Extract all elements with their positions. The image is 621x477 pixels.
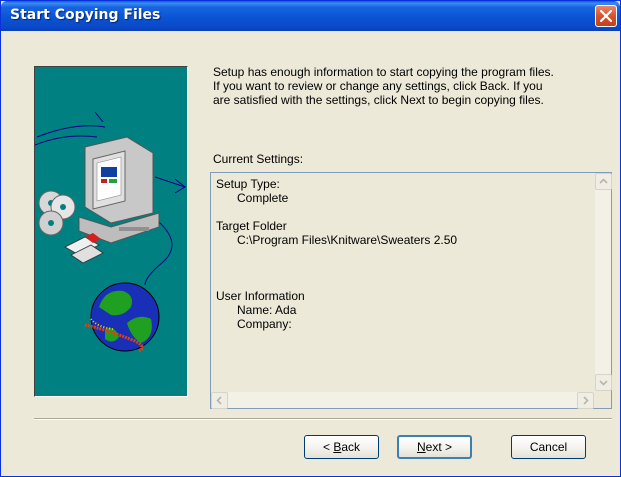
setup-type-heading: Setup Type:: [216, 177, 280, 191]
back-button-rest: ack: [341, 440, 361, 454]
current-settings-label: Current Settings:: [213, 152, 304, 166]
close-button[interactable]: [595, 5, 617, 27]
scroll-up-button[interactable]: [595, 173, 612, 190]
setup-dialog: Start Copying Files Setup has enough inf…: [0, 0, 621, 477]
settings-content: Setup Type: Complete Target Folder C:\Pr…: [216, 177, 457, 331]
settings-textbox[interactable]: Setup Type: Complete Target Folder C:\Pr…: [210, 172, 612, 409]
scroll-left-button[interactable]: [211, 392, 228, 409]
setup-type-value: Complete: [237, 191, 289, 205]
back-button[interactable]: < Back: [304, 435, 379, 459]
user-company: Company:: [237, 317, 292, 331]
computer-globe-illustration: [35, 111, 186, 353]
title-bar[interactable]: Start Copying Files: [1, 1, 620, 31]
chevron-left-icon: [216, 396, 222, 405]
intro-text: Setup has enough information to start co…: [213, 65, 613, 107]
next-button-rest: ext >: [425, 440, 453, 454]
scroll-right-button[interactable]: [577, 392, 594, 409]
user-name: Name: Ada: [237, 303, 297, 317]
chevron-right-icon: [583, 396, 589, 405]
user-info-heading: User Information: [216, 289, 305, 303]
intro-line-2: If you want to review or change any sett…: [213, 79, 543, 93]
target-folder-heading: Target Folder: [216, 219, 287, 233]
button-divider: [34, 418, 612, 420]
chevron-down-icon: [599, 380, 608, 386]
scrollbar-corner: [594, 391, 611, 408]
horizontal-scrollbar[interactable]: [211, 391, 594, 409]
chevron-up-icon: [599, 178, 608, 184]
target-folder-value: C:\Program Files\Knitware\Sweaters 2.50: [237, 233, 458, 247]
intro-line-3: are satisfied with the settings, click N…: [213, 93, 544, 107]
next-button-mnemonic: N: [416, 440, 426, 454]
vertical-scrollbar[interactable]: [594, 173, 612, 391]
intro-line-1: Setup has enough information to start co…: [213, 65, 554, 79]
scroll-down-button[interactable]: [595, 374, 612, 391]
window-title: Start Copying Files: [10, 7, 161, 23]
next-button[interactable]: Next >: [397, 435, 472, 459]
setup-graphic: [34, 66, 188, 397]
cancel-button[interactable]: Cancel: [511, 435, 586, 459]
back-button-prefix: <: [322, 440, 334, 454]
close-icon: [600, 10, 612, 22]
